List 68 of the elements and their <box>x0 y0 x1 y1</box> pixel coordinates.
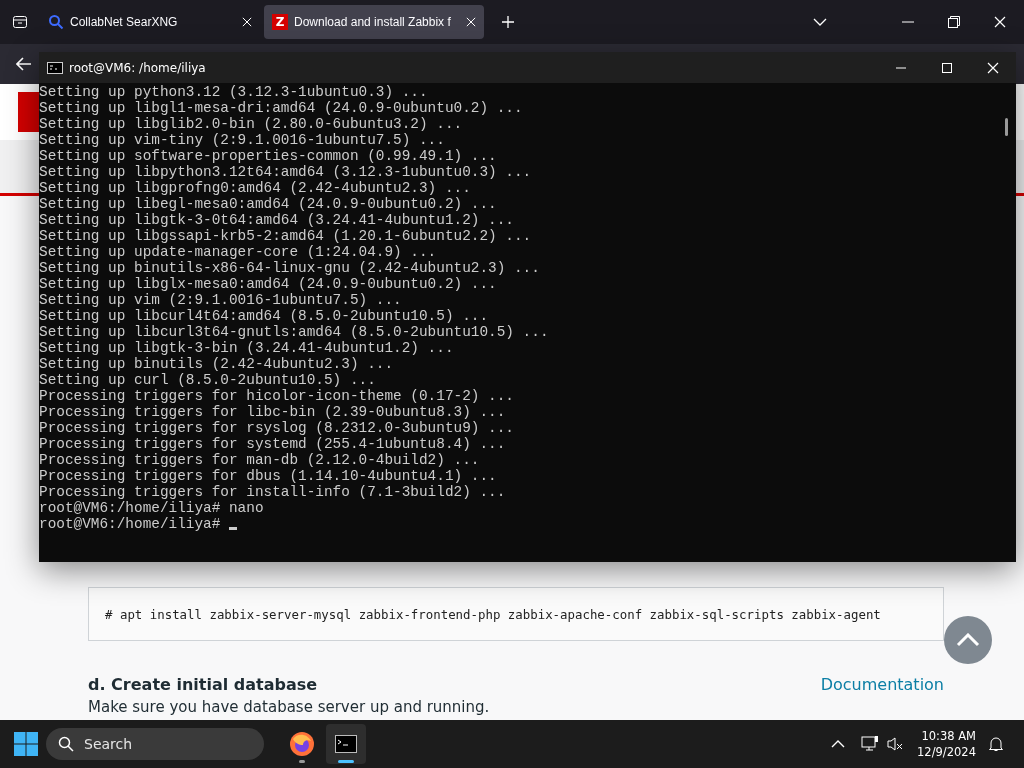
terminal-app-button[interactable] <box>326 724 366 764</box>
tab-list-icon[interactable] <box>12 14 28 30</box>
terminal-line: Setting up update-manager-core (1:24.04.9) ... <box>39 244 438 260</box>
terminal-line: Setting up python3.12 (3.12.3-1ubuntu0.3) ... <box>39 84 429 100</box>
browser-tab[interactable]: CollabNet SearXNG <box>40 5 260 39</box>
browser-tab[interactable]: Z Download and install Zabbix f <box>264 5 484 39</box>
terminal-line: Setting up vim (2:9.1.0016-1ubuntu7.5) ... <box>39 292 403 308</box>
terminal-line: Processing triggers for man-db (2.12.0-4build2) ... <box>39 452 481 468</box>
text-cursor <box>229 527 238 530</box>
scroll-top-button[interactable] <box>944 616 992 664</box>
close-icon[interactable] <box>242 17 252 27</box>
terminal-line: Processing triggers for rsyslog (8.2312.0-3ubuntu9) ... <box>39 420 515 436</box>
code-block: # apt install zabbix-server-mysql zabbix-frontend-php zabbix-apache-conf zabbix-sql-scripts zabbix-agent <box>88 587 944 641</box>
terminal-line: Setting up libcurl4t64:amd64 (8.5.0-2ubuntu10.5) ... <box>39 308 490 324</box>
terminal-line: Setting up libgprofng0:amd64 (2.42-4ubuntu2.3) ... <box>39 180 472 196</box>
terminal-line: Setting up curl (8.5.0-2ubuntu10.5) ... <box>39 372 377 388</box>
terminal-line: Setting up libglib2.0-bin (2.80.0-6ubuntu3.2) ... <box>39 116 464 132</box>
terminal-line: Setting up libgssapi-krb5-2:amd64 (1.20.1-6ubuntu2.2) ... <box>39 228 533 244</box>
terminal-line: Setting up software-properties-common (0.99.49.1) ... <box>39 148 498 164</box>
terminal-line: Setting up binutils (2.42-4ubuntu2.3) ... <box>39 356 395 372</box>
paragraph: Make sure you have database server up and running. <box>88 698 491 716</box>
close-icon[interactable] <box>987 61 999 74</box>
minimize-icon[interactable] <box>896 66 906 69</box>
terminal-line: Setting up libglx-mesa0:amd64 (24.0.9-0ubuntu0.2) ... <box>39 276 498 292</box>
terminal-line: Processing triggers for systemd (255.4-1ubuntu8.4) ... <box>39 436 507 452</box>
search-placeholder: Search <box>84 736 133 752</box>
chevron-up-icon <box>956 633 980 647</box>
close-icon[interactable] <box>466 17 476 27</box>
terminal-line: Setting up binutils-x86-64-linux-gnu (2.42-4ubuntu2.3) ... <box>39 260 541 276</box>
terminal-line: Processing triggers for dbus (1.14.10-4ubuntu4.1) ... <box>39 468 498 484</box>
terminal-line: Setting up libpython3.12t64:amd64 (3.12.3-1ubuntu0.3) ... <box>39 164 533 180</box>
bell-icon[interactable] <box>988 736 1004 752</box>
close-icon[interactable] <box>994 16 1006 28</box>
terminal-line: Setting up libegl-mesa0:amd64 (24.0.9-0ubuntu0.2) ... <box>39 196 498 212</box>
section-heading: d. Create initial database <box>88 675 318 694</box>
maximize-icon[interactable] <box>942 62 952 73</box>
tab-title: Download and install Zabbix f <box>294 15 452 29</box>
network-icon[interactable] <box>861 736 880 752</box>
terminal-line: Setting up vim-tiny (2:9.1.0016-1ubuntu7.5) ... <box>39 132 446 148</box>
windows-logo-icon[interactable] <box>14 732 38 756</box>
favicon: Z <box>272 14 288 30</box>
clock-time: 10:38 AM <box>921 728 976 744</box>
taskbar-search[interactable]: Search <box>46 728 264 760</box>
terminal-line: Processing triggers for install-info (7.1-3build2) ... <box>39 484 507 500</box>
search-icon <box>48 14 64 30</box>
chevron-up-icon[interactable] <box>831 740 846 748</box>
fox-globe-icon <box>289 731 315 757</box>
tab-title: CollabNet SearXNG <box>70 15 179 29</box>
scrollbar-thumb[interactable] <box>1005 118 1008 136</box>
chevron-down-icon[interactable] <box>813 18 827 26</box>
terminal-prompt: root@VM6:/home/iliya# <box>39 516 221 532</box>
back-arrow-icon[interactable] <box>16 57 32 71</box>
plus-icon[interactable] <box>501 15 515 29</box>
console-icon <box>47 61 63 74</box>
terminal-icon <box>335 735 357 753</box>
documentation-link[interactable]: Documentation <box>820 675 944 694</box>
terminal-line: Processing triggers for libc-bin (2.39-0ubuntu8.3) ... <box>39 404 507 420</box>
terminal-line: Processing triggers for hicolor-icon-theme (0.17-2) ... <box>39 388 515 404</box>
terminal-line: Setting up libgtk-3-bin (3.24.41-4ubuntu1.2) ... <box>39 340 455 356</box>
terminal-line: root@VM6:/home/iliya# nano <box>39 500 265 516</box>
muted-speaker-icon[interactable] <box>887 736 904 752</box>
restore-icon[interactable] <box>948 16 960 28</box>
search-icon <box>58 736 74 752</box>
terminal-line: Setting up libgtk-3-0t64:amd64 (3.24.41-4ubuntu1.2) ... <box>39 212 515 228</box>
window-title: root@VM6: /home/iliya <box>69 60 207 75</box>
clock-date: 12/9/2024 <box>917 744 976 760</box>
terminal-line: Setting up libcurl3t64-gnutls:amd64 (8.5.0-2ubuntu10.5) ... <box>39 324 550 340</box>
terminal-line: Setting up libgl1-mesa-dri:amd64 (24.0.9-0ubuntu0.2) ... <box>39 100 524 116</box>
